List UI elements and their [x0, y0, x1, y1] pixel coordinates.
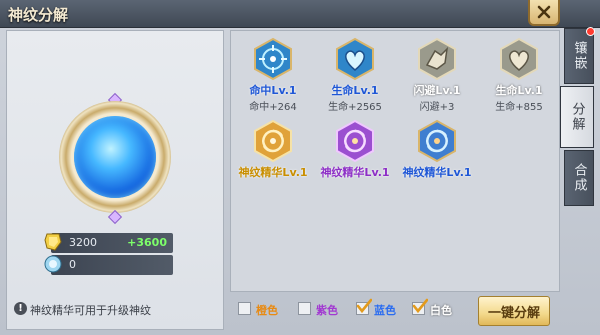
orb-core	[74, 116, 156, 198]
rune-item[interactable]: 生命Lv.1 生命+855	[483, 37, 555, 117]
checkbox[interactable]	[238, 302, 251, 315]
tab-synthesize[interactable]: 合成	[564, 150, 594, 206]
rune-item[interactable]: 神纹精华Lv.1	[237, 119, 309, 199]
rune-grid-panel: 命中Lv.1 命中+264 生命Lv.1 生命+2565 闪避Lv.1 闪避+3	[230, 30, 560, 292]
notification-dot-icon	[586, 27, 595, 36]
checkbox[interactable]	[298, 302, 311, 315]
rune-life-icon	[336, 37, 374, 81]
filter-purple[interactable]: 紫色	[298, 302, 358, 318]
rune-name: 神纹精华Lv.1	[238, 166, 308, 179]
rune-name: 生命Lv.1	[495, 84, 543, 97]
filter-label: 白色	[430, 304, 452, 317]
rune-item[interactable]: 神纹精华Lv.1	[401, 119, 473, 199]
rune-life-icon	[500, 37, 538, 81]
rune-essence-gold-icon	[254, 119, 292, 163]
rune-item[interactable]: 命中Lv.1 命中+264	[237, 37, 309, 117]
filter-blue[interactable]: 蓝色	[356, 298, 416, 318]
title-bar: 神纹分解	[0, 0, 600, 28]
rune-name: 神纹精华Lv.1	[320, 166, 390, 179]
filter-orange[interactable]: 橙色	[238, 302, 298, 318]
essence-panel: 3200 +3600 0	[6, 30, 224, 330]
decompose-all-button[interactable]: 一键分解	[478, 296, 550, 326]
close-button[interactable]	[528, 0, 560, 26]
rune-name: 命中Lv.1	[249, 84, 297, 97]
essence-resource-row: 3200 +3600	[44, 233, 173, 253]
filter-label: 紫色	[316, 304, 338, 317]
shard-resource-row: 0	[44, 255, 173, 275]
filter-label: 橙色	[256, 304, 278, 317]
filter-white[interactable]: 白色	[412, 298, 472, 318]
rune-decompose-window: 神纹分解 3200 +3600 0 ! 神纹精华可用于升级神纹 命中Lv.1 命…	[0, 0, 600, 335]
rune-essence-purple-icon	[336, 119, 374, 163]
rune-essence-icon	[44, 233, 62, 251]
close-icon	[537, 5, 551, 19]
window-title: 神纹分解	[8, 6, 69, 24]
checkmark-icon	[412, 298, 428, 314]
checkmark-icon	[356, 298, 372, 314]
rune-dodge-icon	[418, 37, 456, 81]
rune-essence-blue-icon	[418, 119, 456, 163]
info-icon: !	[14, 302, 27, 315]
rune-stat: 闪避+3	[419, 102, 455, 113]
rune-name: 闪避Lv.1	[413, 84, 461, 97]
essence-gain: +3600	[127, 236, 167, 249]
rune-item[interactable]: 闪避Lv.1 闪避+3	[401, 37, 473, 117]
rune-shard-icon	[44, 255, 62, 273]
tab-label: 分解	[569, 102, 585, 132]
essence-orb	[59, 79, 171, 231]
rune-hit-icon	[254, 37, 292, 81]
tab-inlay[interactable]: 镶嵌	[564, 27, 595, 84]
rune-stat: 生命+855	[495, 102, 543, 113]
shard-amount: 0	[69, 258, 76, 271]
rune-item[interactable]: 神纹精华Lv.1	[319, 119, 391, 199]
rune-stat: 生命+2565	[328, 102, 382, 113]
filter-label: 蓝色	[374, 304, 396, 317]
rune-stat: 命中+264	[249, 102, 297, 113]
tab-label: 合成	[571, 163, 587, 193]
tab-label: 镶嵌	[571, 41, 587, 71]
rune-item[interactable]: 生命Lv.1 生命+2565	[319, 37, 391, 117]
essence-amount: 3200	[69, 236, 97, 249]
rune-name: 生命Lv.1	[331, 84, 379, 97]
tab-decompose[interactable]: 分解	[560, 86, 594, 148]
tip-text: 神纹精华可用于升级神纹	[30, 304, 151, 317]
rune-name: 神纹精华Lv.1	[402, 166, 472, 179]
